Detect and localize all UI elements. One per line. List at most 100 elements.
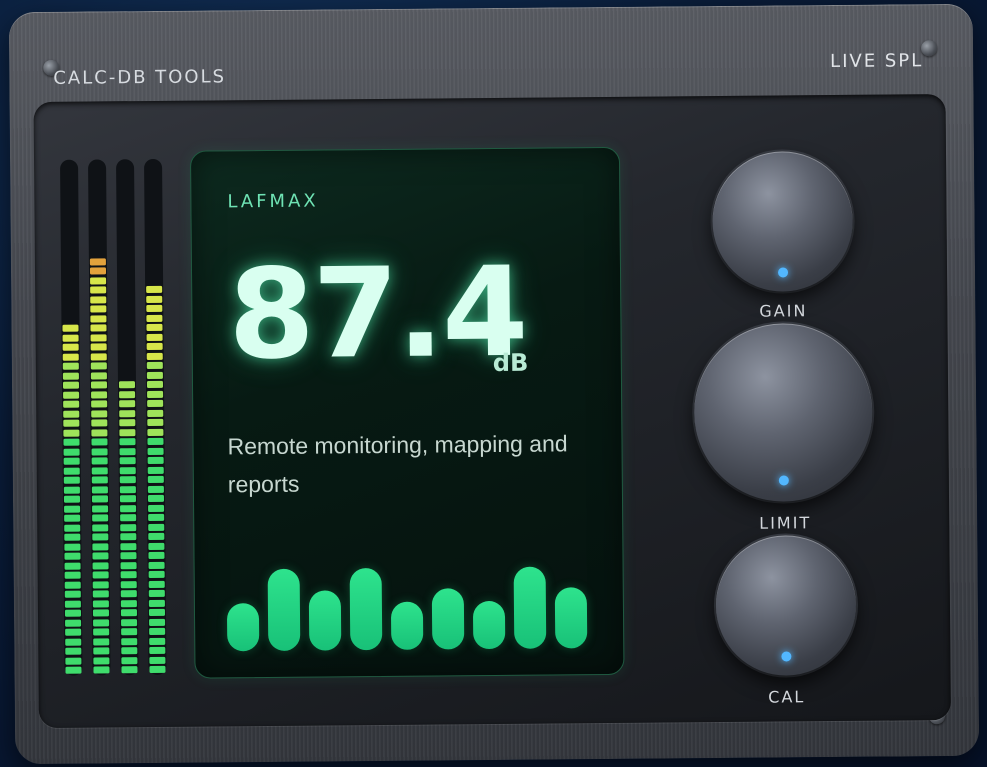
meter-segment [121,618,138,626]
level-meter [116,159,139,676]
spectrum-bar [513,566,547,649]
meter-segment [93,628,110,636]
limit-knob[interactable] [693,322,874,503]
meter-segment [90,371,107,380]
meter-segment [63,495,81,503]
meter-segment [147,466,164,474]
meter-segment [121,656,138,664]
screw-icon [921,40,938,57]
meter-segment [64,524,81,532]
device-chassis: CALC-DB TOOLS LIVE SPL LAFMAX 87.4 dB Re… [8,3,980,765]
spectrum-bar [267,568,301,651]
level-meter [144,158,167,676]
spectrum-bar [431,588,465,650]
cal-knob[interactable] [715,534,857,677]
meter-segment [146,323,163,332]
meter-segment [119,466,136,474]
meter-segment [93,656,110,665]
gain-knob[interactable] [711,150,854,293]
meter-segment [147,428,164,436]
meter-segment [148,570,165,579]
meter-segment [148,599,165,607]
meter-segment [120,542,137,550]
meter-segment [64,552,81,560]
meter-segment [148,589,165,598]
meter-segment [119,428,136,436]
meter-segment [148,551,165,560]
meter-segment [65,647,82,655]
spectrum-bar [226,603,260,652]
spl-display: LAFMAX 87.4 dB Remote monitoring, mappin… [189,146,625,679]
meter-segment [92,571,109,579]
meter-segment [62,362,79,370]
meter-segment [147,437,164,446]
meter-segment [120,599,137,607]
meter-segment [92,523,109,532]
limit-label: LIMIT [759,513,812,533]
cal-label: CAL [768,687,806,707]
meter-segment [120,609,138,617]
meter-segment [92,504,109,513]
meter-segment [120,580,137,588]
meter-segment [64,505,81,513]
meter-segment [90,305,107,313]
meter-segment [148,608,166,617]
spectrum-bars [226,538,597,652]
meter-segment [120,504,137,512]
meter-segment [63,410,80,418]
meter-segment [65,638,82,646]
control-panel: LAFMAX 87.4 dB Remote monitoring, mappin… [33,94,951,728]
brand-label: CALC-DB TOOLS [53,66,227,89]
meter-segment [93,618,110,627]
meter-segment [63,448,80,456]
meter-segment [63,457,80,465]
meter-segment [92,561,109,570]
meter-segment [64,571,81,579]
meter-segment [146,295,163,303]
knob-indicator-dot [781,651,792,662]
meter-segment [147,485,164,493]
level-meter [88,159,111,676]
meter-segment [63,419,80,427]
meter-segment [119,476,136,484]
meter-segment [93,647,110,655]
meter-segment [147,475,164,484]
metric-label: LAFMAX [227,190,319,213]
spectrum-bar [349,567,383,651]
meter-segment [148,513,165,522]
meter-segment [64,543,81,551]
meter-segment [65,619,82,627]
meter-segment [91,485,108,494]
meter-segment [148,561,165,569]
meter-segment [149,656,166,664]
meter-segment [91,466,108,475]
meter-segment [64,609,82,617]
meter-segment [63,391,80,399]
meter-segment [119,438,136,446]
meter-segment [149,618,166,626]
meter-segment [120,561,137,569]
knob-indicator-dot [777,267,789,278]
meter-segment [119,447,136,455]
meter-segment [64,600,81,608]
meter-segment [65,657,82,665]
meter-segment [119,419,136,427]
mode-label: LIVE SPL [830,50,924,73]
meter-segment [146,304,163,313]
meter-segment [120,552,137,560]
meter-segment [90,362,107,370]
meter-segment [120,514,137,522]
meter-segment [146,361,163,370]
meter-segment [92,609,110,617]
meter-segment [147,456,164,465]
description-text: Remote monitoring, mapping and reports [227,430,568,498]
meter-segment [119,400,136,408]
meter-segment [121,666,138,674]
meter-segment [62,372,79,380]
meter-segment [90,286,107,294]
level-meters [60,158,174,676]
meter-segment [64,533,81,541]
meter-segment [93,637,110,646]
level-meter [60,159,83,676]
unit-label: dB [492,348,529,378]
